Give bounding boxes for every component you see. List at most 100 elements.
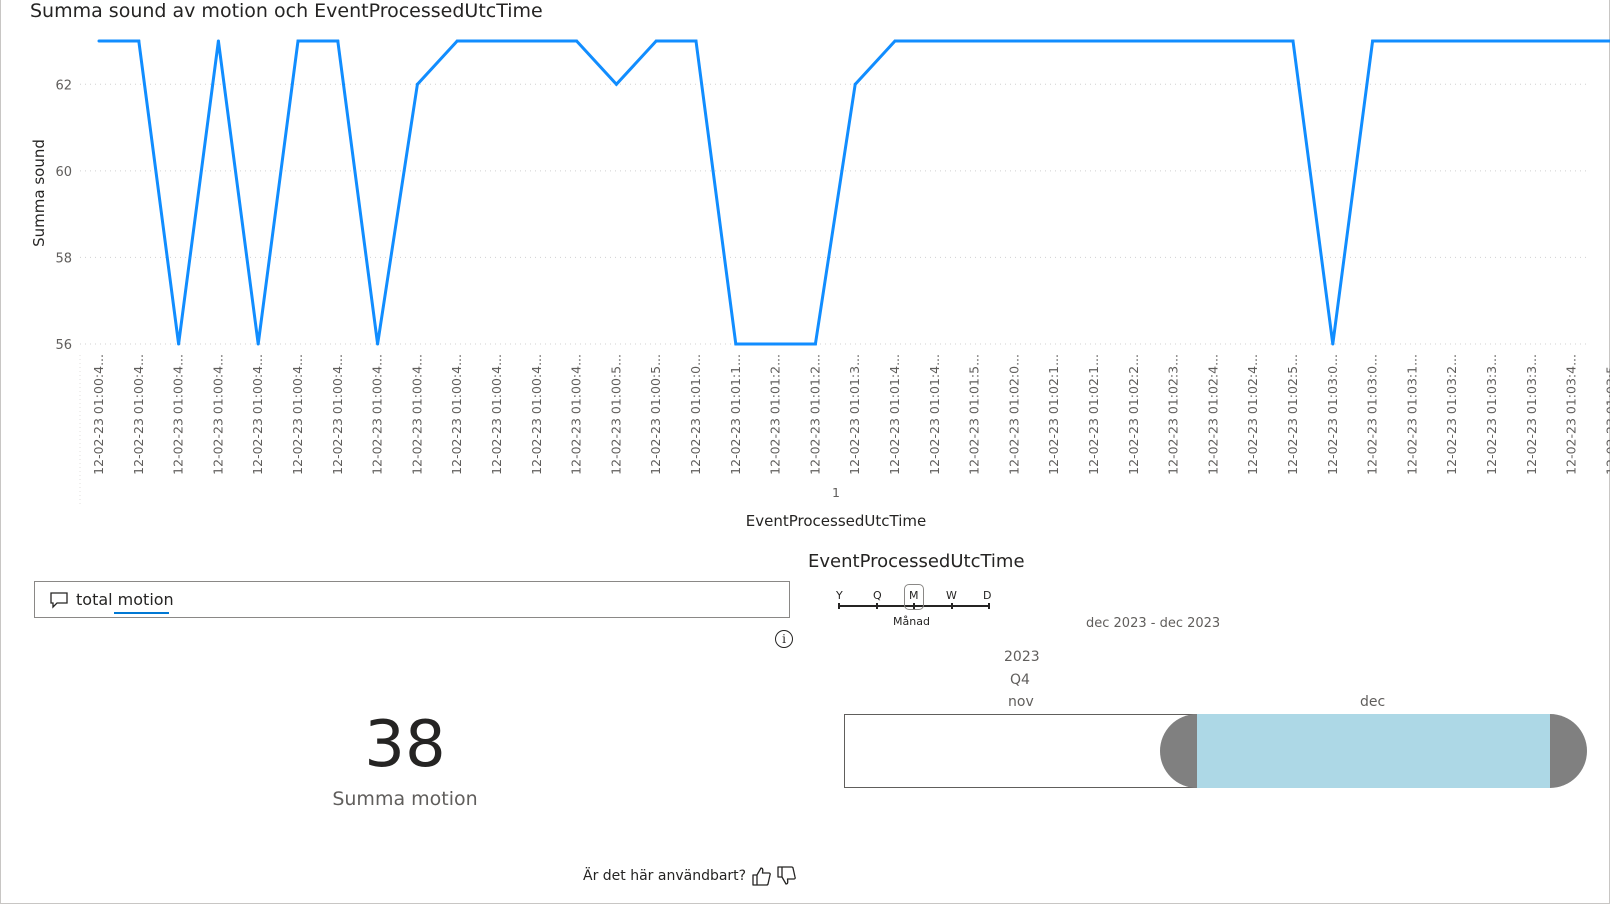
- y-tick-label: 56: [55, 338, 72, 353]
- chat-bubble-icon: [50, 592, 68, 609]
- data-point[interactable]: [495, 39, 499, 43]
- data-point[interactable]: [1331, 342, 1335, 346]
- data-point[interactable]: [774, 342, 778, 346]
- kpi-label: Summa motion: [332, 788, 478, 810]
- x-tick-label: 12-02-23 01:02:0...: [1006, 354, 1021, 475]
- y-axis-ticks: 56 58 60 62: [55, 78, 72, 353]
- data-point[interactable]: [694, 39, 698, 43]
- x-tick-label: 12-02-23 01:00:4...: [529, 354, 544, 475]
- x-tick-label: 12-02-23 01:01:5...: [967, 354, 982, 475]
- data-point[interactable]: [614, 82, 618, 86]
- data-point[interactable]: [893, 39, 897, 43]
- line-chart: 56586062 12-02-23 01:00:4... 12-02-23 01:…: [30, 39, 1610, 530]
- x-axis-title: EventProcessedUtcTime: [746, 512, 926, 530]
- granularity-stop: [876, 603, 878, 609]
- granularity-selector[interactable]: [904, 584, 924, 610]
- data-point[interactable]: [853, 82, 857, 86]
- granularity-stop: [988, 603, 990, 609]
- x-tick-label: 12-02-23 01:00:5...: [608, 354, 623, 475]
- x-tick-label: 12-02-23 01:03:4...: [1564, 354, 1579, 475]
- data-point[interactable]: [177, 342, 181, 346]
- x-tick-label: 12-02-23 01:00:4...: [489, 354, 504, 475]
- data-point[interactable]: [1490, 39, 1494, 43]
- data-point[interactable]: [1092, 39, 1096, 43]
- x-tick-label: 12-02-23 01:03:0...: [1325, 354, 1340, 475]
- data-point[interactable]: [97, 39, 101, 43]
- x-tick-label: 12-02-23 01:01:4...: [927, 354, 942, 475]
- data-point[interactable]: [376, 342, 380, 346]
- x-tick-label: 12-02-23 01:00:5...: [648, 354, 663, 475]
- timeline-month-dec: dec: [1360, 694, 1386, 710]
- feedback-question: Är det här användbart?: [583, 868, 747, 884]
- x-tick-label: 12-02-23 01:01:2...: [768, 354, 783, 475]
- data-point[interactable]: [973, 39, 977, 43]
- data-point[interactable]: [1450, 39, 1454, 43]
- qa-question-box[interactable]: total motion: [34, 581, 790, 618]
- x-tick-label: 12-02-23 01:03:1...: [1404, 354, 1419, 475]
- data-point[interactable]: [1251, 39, 1255, 43]
- x-tick-label: 12-02-23 01:02:2...: [1126, 354, 1141, 475]
- x-tick-label: 12-02-23 01:02:3...: [1166, 354, 1181, 475]
- x-axis-ticks: 12-02-23 01:00:4... 12-02-23 01:00:4... 12…: [91, 354, 1610, 475]
- data-point[interactable]: [1172, 39, 1176, 43]
- x-tick-label: 12-02-23 01:00:4...: [91, 354, 106, 475]
- x-tick-label: 12-02-23 01:00:4...: [330, 354, 345, 475]
- kpi-value: 38: [364, 708, 446, 782]
- granularity-name: Månad: [893, 615, 930, 628]
- granularity-stop: [838, 603, 840, 609]
- x-axis-group-label: 1: [832, 485, 840, 500]
- data-point[interactable]: [137, 39, 141, 43]
- y-axis-title: Summa sound: [30, 139, 48, 247]
- granularity-week[interactable]: W: [946, 589, 957, 602]
- x-tick-label: 12-02-23 01:00:4...: [131, 354, 146, 475]
- series-line-summa-sound: [99, 39, 1610, 346]
- data-point[interactable]: [216, 39, 220, 43]
- data-point[interactable]: [1530, 39, 1534, 43]
- data-point[interactable]: [256, 342, 260, 346]
- data-point[interactable]: [933, 39, 937, 43]
- data-point[interactable]: [296, 39, 300, 43]
- x-tick-label: 12-02-23 01:03:3...: [1484, 354, 1499, 475]
- x-tick-label: 12-02-23 01:00:4...: [210, 354, 225, 475]
- timeline-selected-period[interactable]: [1197, 714, 1550, 788]
- x-tick-label: 12-02-23 01:01:1...: [728, 354, 743, 475]
- thumbs-up-icon[interactable]: [750, 865, 772, 887]
- timeline-range: dec 2023 - dec 2023: [1086, 616, 1221, 631]
- x-tick-label: 12-02-23 01:00:4...: [171, 354, 186, 475]
- y-tick-label: 60: [55, 165, 72, 180]
- granularity-stop: [951, 603, 953, 609]
- timeline-title: EventProcessedUtcTime: [808, 551, 1025, 572]
- granularity-year[interactable]: Y: [836, 589, 843, 602]
- thumbs-down-icon[interactable]: [775, 865, 797, 887]
- x-tick-label: 12-02-23 01:01:0...: [688, 354, 703, 475]
- x-tick-label: 12-02-23 01:00:4...: [290, 354, 305, 475]
- data-point[interactable]: [455, 39, 459, 43]
- data-point[interactable]: [535, 39, 539, 43]
- data-point[interactable]: [1291, 39, 1295, 43]
- data-point[interactable]: [1012, 39, 1016, 43]
- info-icon[interactable]: i: [775, 630, 793, 648]
- data-point[interactable]: [1052, 39, 1056, 43]
- y-tick-label: 58: [55, 251, 72, 266]
- data-point[interactable]: [575, 39, 579, 43]
- y-tick-label: 62: [55, 78, 72, 93]
- granularity-quarter[interactable]: Q: [873, 589, 882, 602]
- x-tick-label: 12-02-23 01:02:5...: [1285, 354, 1300, 475]
- data-point[interactable]: [1132, 39, 1136, 43]
- data-point[interactable]: [336, 39, 340, 43]
- x-tick-label: 12-02-23 01:02:4...: [1205, 354, 1220, 475]
- data-point[interactable]: [1410, 39, 1414, 43]
- x-tick-label: 12-02-23 01:01:3...: [847, 354, 862, 475]
- data-point[interactable]: [1371, 39, 1375, 43]
- timeline-quarter: Q4: [1010, 672, 1030, 688]
- data-point[interactable]: [734, 342, 738, 346]
- data-point[interactable]: [1570, 39, 1574, 43]
- qa-question-text[interactable]: total motion: [76, 590, 174, 609]
- data-point[interactable]: [813, 342, 817, 346]
- x-tick-label: 12-02-23 01:00:4...: [569, 354, 584, 475]
- granularity-day[interactable]: D: [983, 589, 991, 602]
- qa-term-underline: [114, 612, 169, 614]
- data-point[interactable]: [1211, 39, 1215, 43]
- data-point[interactable]: [415, 82, 419, 86]
- data-point[interactable]: [654, 39, 658, 43]
